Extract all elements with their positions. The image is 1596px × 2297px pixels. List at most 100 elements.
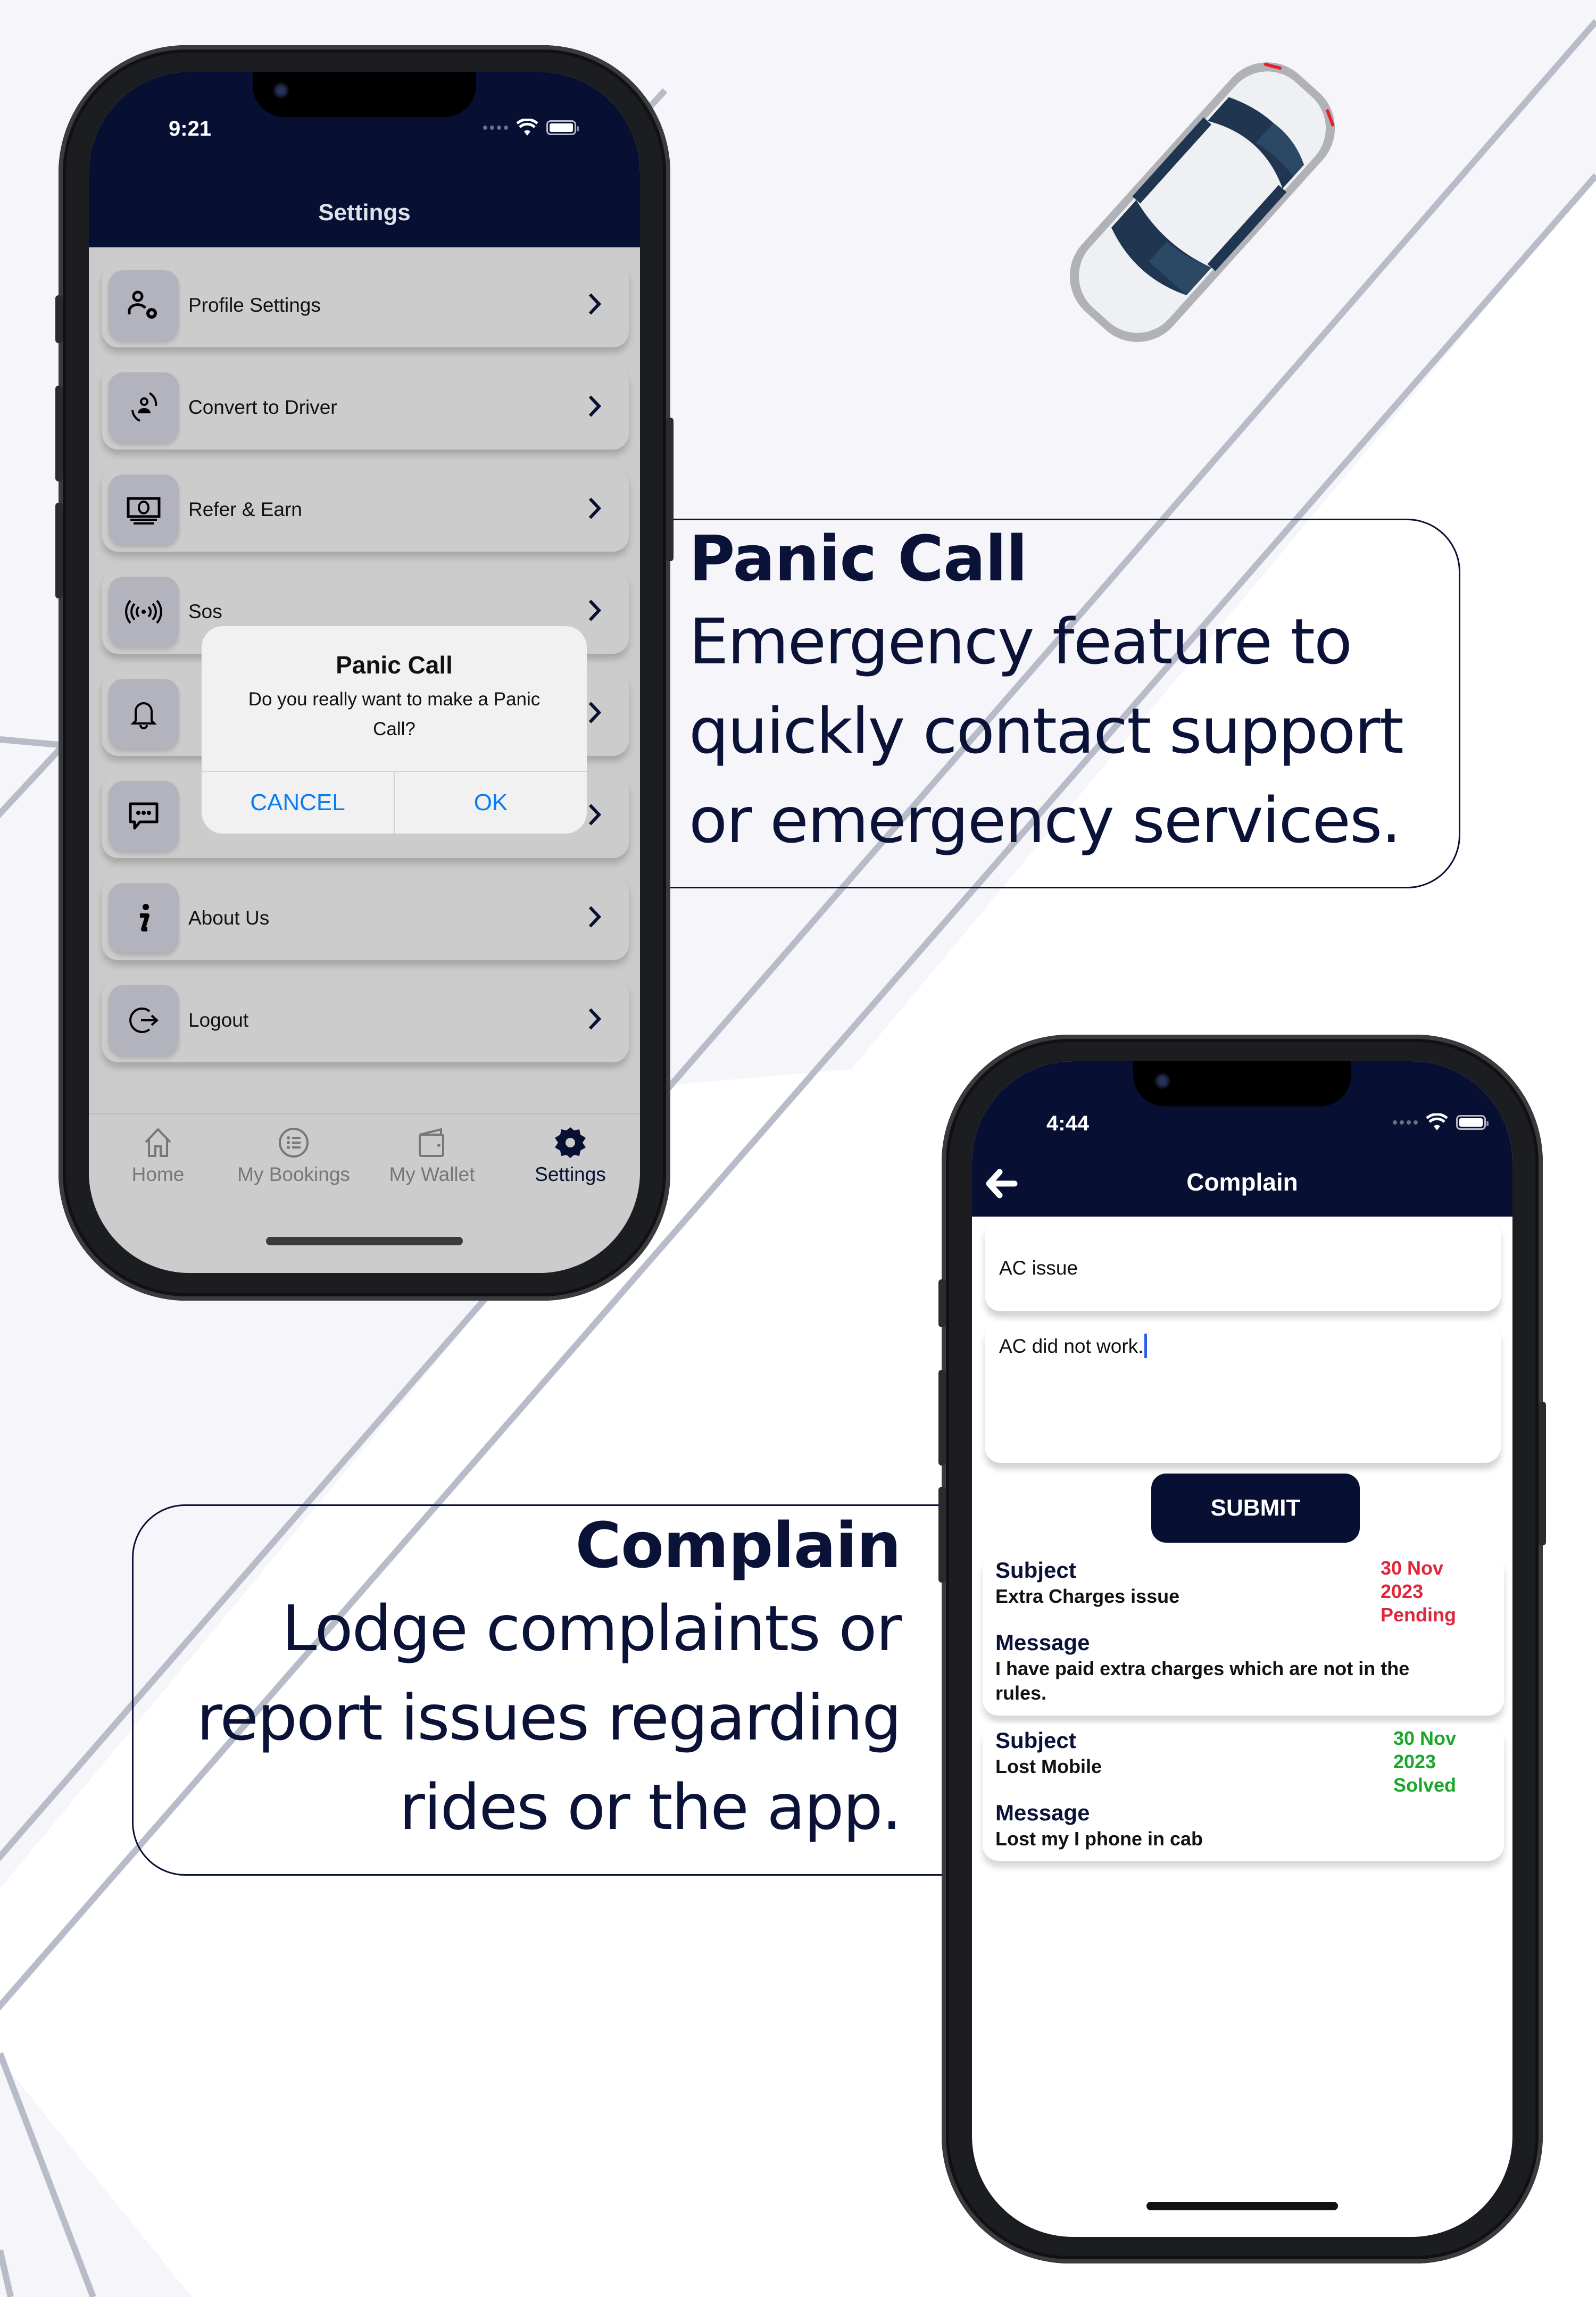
side-button <box>938 1370 946 1466</box>
settings-item-profile[interactable]: Profile Settings <box>102 263 629 347</box>
status-badge: 30 Nov 2023 Pending <box>1381 1557 1456 1627</box>
settings-item-convert-driver[interactable]: Convert to Driver <box>102 365 629 450</box>
car-illustration <box>1069 62 1335 342</box>
subject-input[interactable]: AC issue <box>985 1218 1501 1311</box>
dialog-message: Do you really want to make a Panic Call? <box>248 689 541 739</box>
side-button <box>1539 1402 1546 1545</box>
subject-input-value: AC issue <box>999 1256 1078 1279</box>
panic-caption-line: or emergency services. <box>689 783 1401 857</box>
settings-item-logout[interactable]: Logout <box>102 978 629 1062</box>
complain-caption-line: report issues regarding <box>196 1680 902 1754</box>
panic-caption-line: Emergency feature to <box>689 604 1352 678</box>
settings-item-label: Profile Settings <box>188 294 321 316</box>
chevron-right-icon <box>587 701 602 727</box>
message-value: I have paid extra charges which are not … <box>995 1658 1410 1704</box>
chevron-right-icon <box>587 803 602 829</box>
complaint-card[interactable]: Subject Extra Charges issue Message I ha… <box>983 1553 1504 1716</box>
status-badge: 30 Nov 2023 Solved <box>1393 1727 1456 1797</box>
complaint-status: Pending <box>1381 1604 1456 1626</box>
phone-complain: Complain 4:44 AC issue AC did not work. … <box>938 1035 1546 2263</box>
home-icon <box>145 1128 171 1157</box>
complaint-card[interactable]: Subject Lost Mobile Message Lost my I ph… <box>983 1724 1504 1861</box>
broadcast-icon <box>125 600 162 624</box>
panic-caption-body: Emergency feature to quickly contact sup… <box>689 597 1459 865</box>
logout-icon <box>129 1008 159 1033</box>
message-label: Message <box>995 1800 1090 1825</box>
settings-screen: Settings 9:21 Profile Settings Convert t… <box>89 72 640 1273</box>
wifi-icon <box>1426 1113 1448 1130</box>
tab-my-wallet[interactable]: My Wallet <box>373 1125 491 1186</box>
user-switch-icon <box>131 392 157 422</box>
wallet-icon <box>419 1128 444 1157</box>
settings-item-label: Refer & Earn <box>188 498 302 520</box>
complain-caption-title: Complain <box>575 1509 901 1582</box>
complaint-year: 2023 <box>1393 1751 1436 1772</box>
battery-icon <box>1456 1115 1489 1130</box>
tab-my-bookings[interactable]: My Bookings <box>235 1125 352 1186</box>
message-value: Lost my I phone in cab <box>995 1828 1203 1850</box>
battery-icon <box>546 120 579 135</box>
complain-caption: Complain Lodge complaints or report issu… <box>132 1504 951 1876</box>
chevron-right-icon <box>587 395 602 421</box>
side-button <box>55 295 63 343</box>
complain-caption-line: Lodge complaints or <box>281 1591 902 1665</box>
panic-call-caption: Panic Call Emergency feature to quickly … <box>668 519 1460 888</box>
chevron-right-icon <box>587 497 602 523</box>
home-indicator[interactable] <box>266 1237 463 1245</box>
message-textarea[interactable]: AC did not work. <box>985 1322 1501 1463</box>
complain-caption-line: rides or the app. <box>399 1770 902 1844</box>
complaint-status: Solved <box>1393 1774 1456 1796</box>
submit-button[interactable]: SUBMIT <box>1151 1474 1360 1543</box>
chevron-right-icon <box>587 1008 602 1034</box>
complain-screen: Complain 4:44 AC issue AC did not work. … <box>972 1061 1512 2237</box>
chevron-right-icon <box>587 599 602 625</box>
page-title: Settings <box>318 199 411 226</box>
settings-item-refer-earn[interactable]: Refer & Earn <box>102 468 629 552</box>
settings-item-about[interactable]: About Us <box>102 876 629 960</box>
settings-item-label: Logout <box>188 1009 249 1031</box>
complaint-date: 30 Nov <box>1393 1727 1456 1749</box>
tab-settings[interactable]: Settings <box>512 1125 629 1186</box>
settings-item-label: Convert to Driver <box>188 396 337 418</box>
chevron-right-icon <box>587 905 602 931</box>
text-caret <box>1144 1334 1148 1358</box>
side-button <box>55 386 63 481</box>
settings-item-label: Sos <box>188 601 222 622</box>
chat-icon <box>129 802 159 830</box>
home-indicator[interactable] <box>1146 2202 1338 2210</box>
bottom-tab-bar: Home My Bookings My Wallet Settings <box>89 1113 640 1273</box>
phone-settings: Settings 9:21 Profile Settings Convert t… <box>55 45 674 1301</box>
panic-caption-line: quickly contact support <box>689 694 1404 768</box>
message-label: Message <box>995 1630 1090 1655</box>
complaint-year: 2023 <box>1381 1580 1424 1602</box>
list-icon <box>279 1128 309 1158</box>
status-time: 9:21 <box>169 117 212 140</box>
complaint-date: 30 Nov <box>1381 1557 1444 1579</box>
settings-item-label: About Us <box>188 907 270 929</box>
status-icons <box>483 119 579 137</box>
user-gear-icon <box>128 290 157 319</box>
info-icon <box>140 904 149 931</box>
page-title: Complain <box>1186 1168 1298 1196</box>
side-button <box>938 1279 946 1327</box>
status-bar: 9:21 <box>89 72 640 157</box>
dialog-actions: CANCEL OK <box>202 771 587 834</box>
bell-icon <box>130 702 157 729</box>
tab-home[interactable]: Home <box>99 1125 217 1186</box>
ok-button[interactable]: OK <box>394 772 587 834</box>
dialog-title: Panic Call <box>336 651 453 679</box>
signal-icon <box>1393 1120 1418 1125</box>
side-button <box>55 503 63 598</box>
status-icons <box>1393 1113 1489 1131</box>
status-time: 4:44 <box>1046 1112 1090 1135</box>
status-bar: 4:44 <box>972 1061 1512 1146</box>
cancel-button[interactable]: CANCEL <box>202 772 394 834</box>
cash-icon <box>127 497 161 525</box>
signal-icon <box>483 126 508 130</box>
gear-icon <box>555 1127 586 1158</box>
side-button <box>666 418 674 561</box>
message-textarea-value: AC did not work. <box>999 1335 1144 1357</box>
panic-call-dialog: Panic Call Do you really want to make a … <box>202 626 587 834</box>
chevron-right-icon <box>587 293 602 319</box>
wifi-icon <box>517 119 538 136</box>
